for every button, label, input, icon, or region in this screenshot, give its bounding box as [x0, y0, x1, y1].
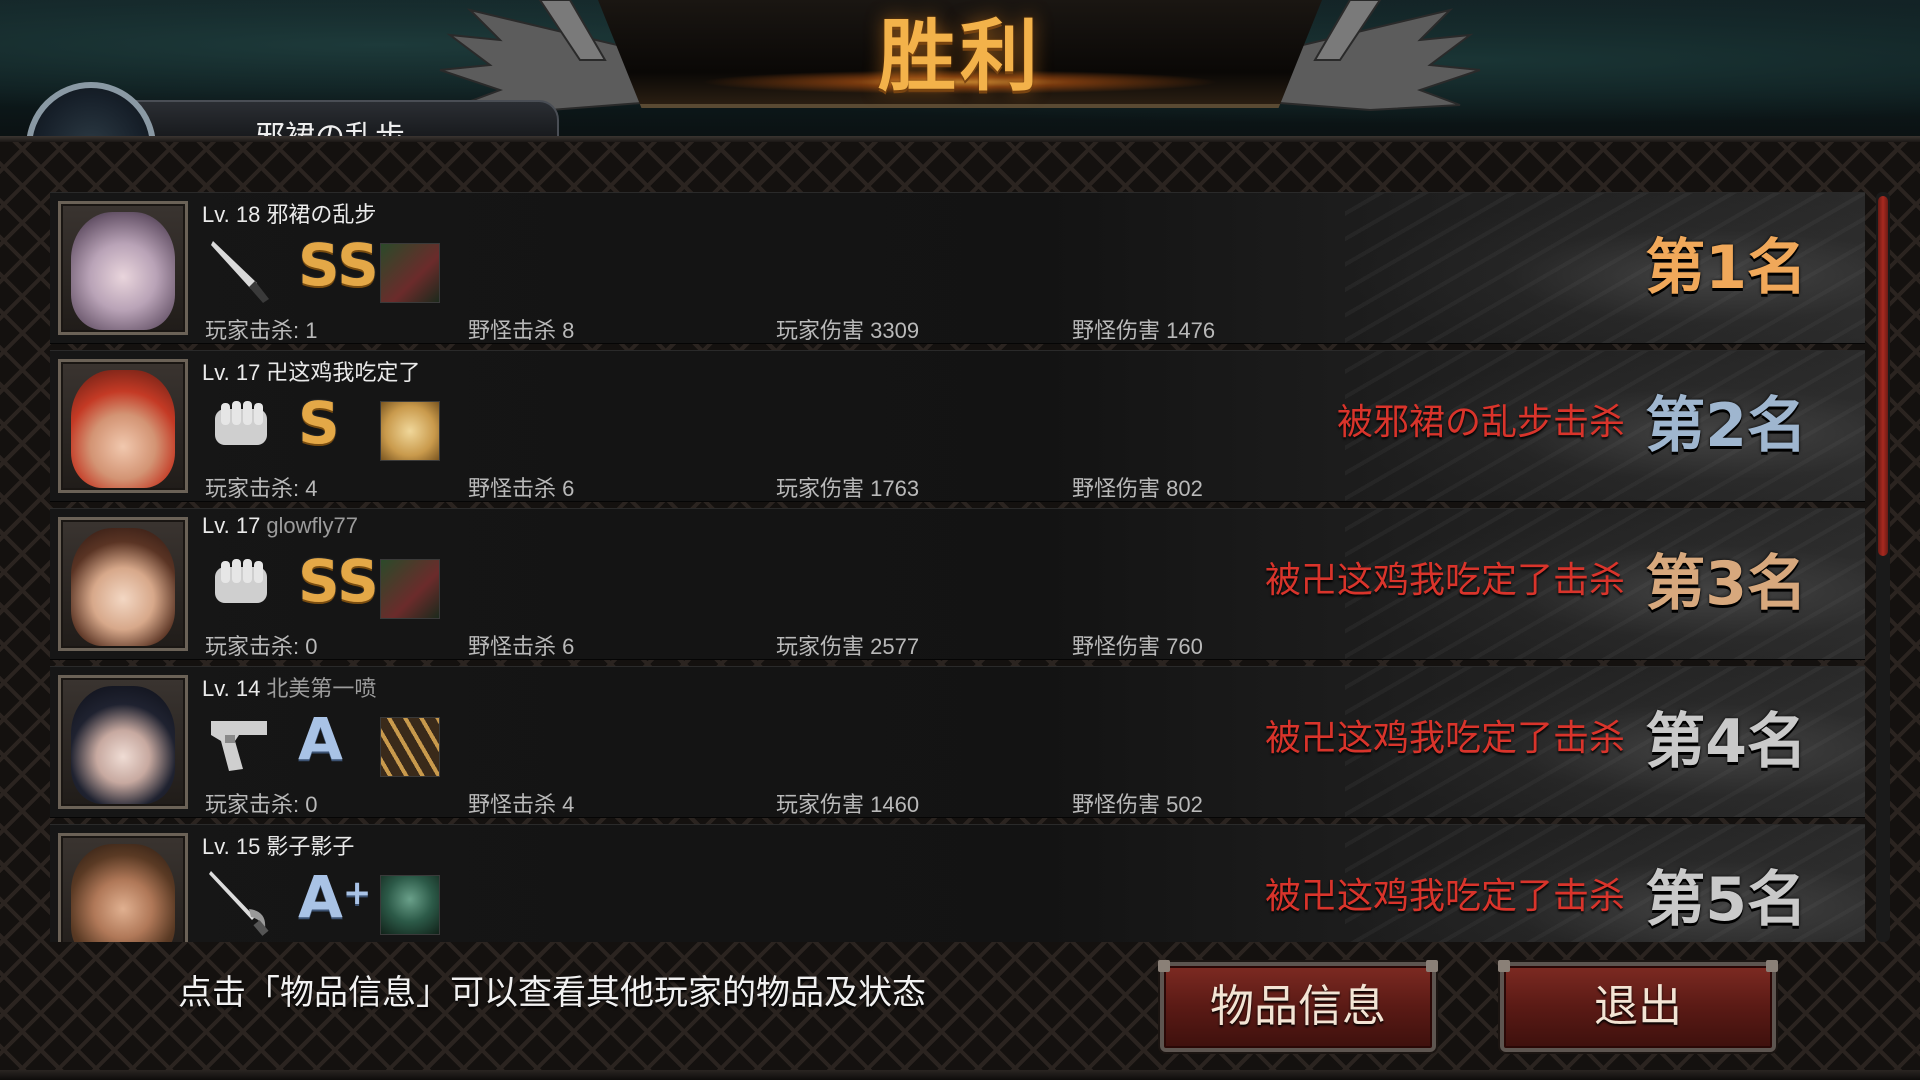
monster-damage: 野怪伤害 802 [1072, 476, 1203, 501]
rank-label: 第2名 [1645, 391, 1807, 461]
player-kills: 玩家击杀: 0 [205, 792, 318, 817]
grade-badge: SS [298, 231, 379, 299]
player-level-name: Lv. 18 邪裙の乱步 [202, 197, 376, 229]
monster-kills: 野怪击杀 4 [468, 792, 575, 817]
player-name-label: 邪裙の乱步 [266, 202, 377, 227]
character-portrait-icon[interactable] [380, 243, 440, 303]
player-level-name: Lv. 17 glowfly77 [202, 513, 358, 539]
grade-badge: A [298, 705, 343, 773]
monster-damage: 野怪伤害 502 [1072, 792, 1203, 817]
avatar[interactable] [58, 359, 188, 493]
killed-by-label: 被卍这鸡我吃定了击杀 [1264, 718, 1625, 759]
hint-text: 点击「物品信息」可以查看其他玩家的物品及状态 [178, 974, 926, 1012]
player-name-label: 卍这鸡我吃定了 [266, 360, 421, 385]
scrollbar-thumb[interactable] [1878, 196, 1888, 556]
player-level-name: Lv. 17 卍这鸡我吃定了 [202, 355, 420, 387]
killed-by-label: 被卍这鸡我吃定了击杀 [1264, 560, 1625, 601]
level-label: Lv. 18 [202, 202, 261, 227]
monster-damage: 野怪伤害 760 [1072, 634, 1203, 659]
bread-icon[interactable] [380, 401, 440, 461]
monster-kills: 野怪击杀 6 [468, 634, 575, 659]
result-row: Lv. 17 卍这鸡我吃定了 S 玩家击杀: 4 野怪击杀 6 玩家伤害 1763… [50, 350, 1865, 502]
item-info-button[interactable]: 物品信息 [1158, 960, 1438, 1052]
rapier-icon [209, 871, 269, 936]
player-level-name: Lv. 14 北美第一喷 [202, 671, 376, 703]
rank-label: 第4名 [1645, 707, 1807, 777]
result-row: Lv. 17 glowfly77 SS 玩家击杀: 0 野怪击杀 6 玩家伤害 2… [50, 508, 1865, 660]
player-damage: 玩家伤害 3309 [776, 318, 920, 343]
rank-label: 第3名 [1645, 549, 1807, 619]
grade-plus: + [342, 873, 372, 913]
result-row: Lv. 15 影子影子 A+ 被卍这鸡我吃定了击杀 第5名 [50, 824, 1865, 942]
monster-kills: 野怪击杀 8 [468, 318, 575, 343]
list-scrollbar[interactable] [1876, 192, 1890, 942]
player-kills: 玩家击杀: 4 [205, 476, 318, 501]
monster-kills: 野怪击杀 6 [468, 476, 575, 501]
player-name-label: 北美第一喷 [266, 676, 377, 701]
monster-damage: 野怪伤害 1476 [1072, 318, 1216, 343]
player-damage: 玩家伤害 1460 [776, 792, 920, 817]
level-label: Lv. 17 [202, 360, 261, 385]
player-damage: 玩家伤害 1763 [776, 476, 920, 501]
level-label: Lv. 15 [202, 834, 261, 859]
soldier-portrait-icon[interactable] [380, 875, 440, 935]
pistol-icon [211, 721, 267, 771]
rank-label: 第5名 [1645, 865, 1807, 935]
panel-top-edge [0, 136, 1920, 142]
page-title: 胜利 [877, 12, 1042, 102]
fist-icon [215, 401, 267, 445]
fist-icon [215, 559, 267, 603]
results-list: Lv. 18 邪裙の乱步 SS 玩家击杀: 1 野怪击杀 8 玩家伤害 3309 … [50, 192, 1865, 942]
avatar[interactable] [58, 517, 188, 651]
player-damage: 玩家伤害 2577 [776, 634, 920, 659]
ammo-icon[interactable] [380, 717, 440, 777]
knife-icon [211, 241, 269, 303]
result-row: Lv. 18 邪裙の乱步 SS 玩家击杀: 1 野怪击杀 8 玩家伤害 3309 … [50, 192, 1865, 344]
character-portrait-icon[interactable] [380, 559, 440, 619]
avatar[interactable] [58, 833, 188, 942]
avatar[interactable] [58, 675, 188, 809]
panel-bottom-edge [0, 1070, 1920, 1080]
player-name-label: glowfly77 [266, 513, 359, 538]
killed-by-label: 被卍这鸡我吃定了击杀 [1264, 876, 1625, 917]
grade-badge: SS [298, 547, 379, 615]
result-row: Lv. 14 北美第一喷 A 玩家击杀: 0 野怪击杀 4 玩家伤害 1460 野… [50, 666, 1865, 818]
player-level-name: Lv. 15 影子影子 [202, 829, 354, 861]
player-name-label: 影子影子 [266, 834, 355, 859]
grade-letter: A [298, 863, 343, 931]
grade-badge: A+ [298, 861, 371, 933]
rank-label: 第1名 [1645, 233, 1807, 303]
player-kills: 玩家击杀: 0 [205, 634, 318, 659]
level-label: Lv. 14 [202, 676, 261, 701]
avatar[interactable] [58, 201, 188, 335]
grade-badge: S [298, 389, 340, 457]
killed-by-label: 被邪裙の乱步击杀 [1336, 402, 1625, 443]
level-label: Lv. 17 [202, 513, 261, 538]
exit-button[interactable]: 退出 [1498, 960, 1778, 1052]
player-kills: 玩家击杀: 1 [205, 318, 318, 343]
